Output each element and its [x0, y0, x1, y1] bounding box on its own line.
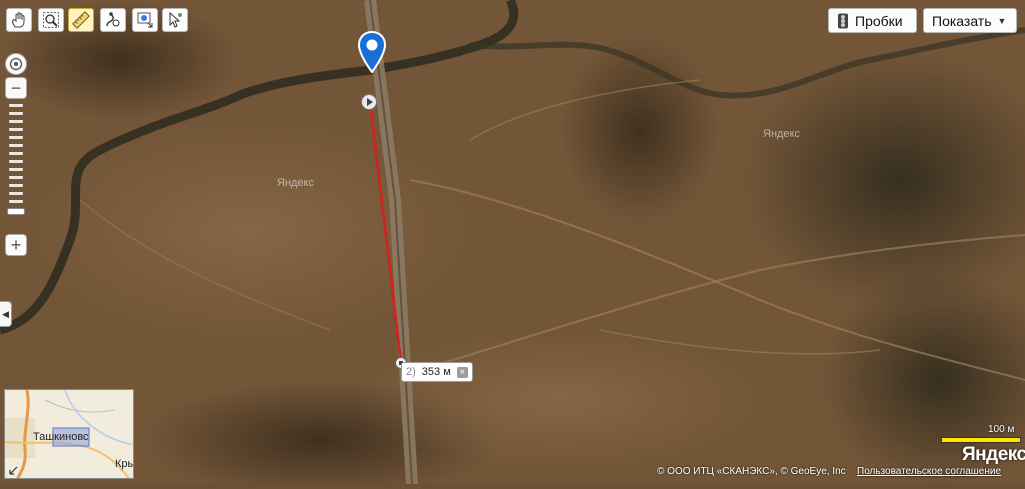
zoom-tick: [9, 168, 23, 171]
traffic-label: Пробки: [855, 12, 903, 29]
show-layers-button[interactable]: Показать ▼: [923, 8, 1017, 33]
distance-value: 353 м: [421, 366, 451, 378]
zoom-tick: [9, 128, 23, 131]
minimap-town-label: Ташкиновс: [33, 431, 89, 443]
zoom-tick: [9, 160, 23, 163]
yandex-logo: Яндекс: [962, 444, 1025, 465]
user-agreement-link[interactable]: Пользовательское соглашение: [857, 466, 1001, 477]
satellite-imagery: [0, 0, 1025, 489]
distance-label: 2) 353 м ×: [401, 362, 473, 382]
magnifier-icon: [43, 12, 59, 28]
zoom-in-button[interactable]: +: [5, 234, 27, 256]
traffic-light-icon: [838, 13, 848, 28]
pointer-icon: [169, 11, 182, 28]
compass-icon: [9, 57, 23, 71]
distance-close-button[interactable]: ×: [456, 366, 468, 378]
zoom-tick: [9, 112, 23, 115]
distance-index: 2): [406, 366, 416, 378]
zoom-tick: [9, 200, 23, 203]
hand-tool-button[interactable]: [6, 8, 32, 32]
ruler-tool-button[interactable]: [68, 8, 94, 32]
zoom-slider-handle[interactable]: [7, 208, 25, 215]
minus-icon: −: [10, 77, 22, 98]
plus-icon: +: [10, 234, 22, 255]
route-start-marker[interactable]: [361, 94, 377, 110]
zoom-tick: [9, 184, 23, 187]
panel-toggle-button[interactable]: ◀: [0, 301, 12, 327]
compass-button[interactable]: [5, 53, 27, 75]
chevron-down-icon: ▼: [997, 15, 1007, 26]
zoom-tick: [9, 120, 23, 123]
hand-icon: [12, 12, 25, 28]
scale-bar: [941, 437, 1021, 443]
copyright-text: © ООО ИТЦ «СКАНЭКС», © GeoEye, Inc: [657, 466, 846, 477]
route-icon: [106, 12, 120, 27]
zoom-tick: [9, 152, 23, 155]
expand-arrow-icon[interactable]: [9, 465, 19, 475]
route-tool-button[interactable]: [100, 8, 126, 32]
zoom-tick: [9, 144, 23, 147]
minimap-town-label: Кры: [115, 458, 134, 470]
zoom-tick: [9, 136, 23, 139]
zoom-slider[interactable]: [7, 102, 25, 234]
location-pin-icon[interactable]: [357, 31, 387, 73]
ruler-icon: [72, 11, 90, 29]
satellite-map[interactable]: [0, 0, 1025, 489]
zoom-tick: [9, 192, 23, 195]
zoom-tick: [9, 104, 23, 107]
zoom-tick: [9, 176, 23, 179]
zoom-out-button[interactable]: −: [5, 77, 27, 99]
add-object-icon: [137, 12, 153, 28]
chevron-left-icon: ◀: [2, 308, 9, 319]
watermark: Яндекс: [277, 177, 314, 189]
watermark: Яндекс: [763, 128, 800, 140]
scale-label: 100 м: [988, 424, 1015, 435]
add-object-tool-button[interactable]: [132, 8, 158, 32]
show-label: Показать: [932, 12, 992, 29]
play-icon: [367, 98, 373, 106]
minimap[interactable]: Ташкиновс Кры: [4, 389, 134, 479]
magnifier-tool-button[interactable]: [38, 8, 64, 32]
pointer-tool-button[interactable]: [162, 8, 188, 32]
traffic-button[interactable]: Пробки: [828, 8, 917, 33]
